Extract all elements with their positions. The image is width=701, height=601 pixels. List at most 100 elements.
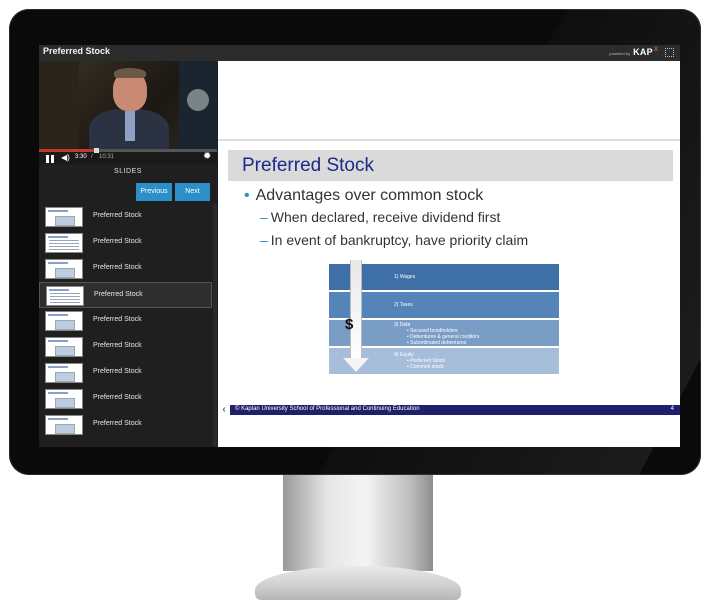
footer-text: © Kaplan University School of Profession… xyxy=(235,406,420,412)
slide-list-item-label: Preferred Stock xyxy=(93,368,142,375)
subbullet-text: In event of bankruptcy, have priority cl… xyxy=(270,232,529,248)
slide-list-item-label: Preferred Stock xyxy=(93,316,142,323)
slide-list-item[interactable]: Preferred Stock xyxy=(39,386,212,412)
next-button[interactable]: Next xyxy=(175,183,210,201)
slide-list-item[interactable]: Preferred Stock xyxy=(39,230,212,256)
slide-thumbnail xyxy=(45,233,83,253)
slide-list-item[interactable]: Preferred Stock xyxy=(39,204,212,230)
kaplan-k-icon: ‹ xyxy=(218,405,230,415)
slide-thumbnail xyxy=(45,389,83,409)
thumbnail-content xyxy=(55,372,75,382)
slide-subbullet: – When declared, receive dividend first xyxy=(260,209,500,225)
thumbnail-title-bar xyxy=(48,340,68,342)
thumbnail-content xyxy=(55,216,75,226)
bullet-dot-icon: • xyxy=(244,187,250,204)
video-controls: ◀) 3:30 / 10:31 ✹ xyxy=(39,148,217,164)
dash-icon: – xyxy=(260,209,268,225)
thumbnail-title-bar xyxy=(48,392,68,394)
player-title: Preferred Stock xyxy=(43,46,111,56)
time-total: 10:31 xyxy=(99,154,115,160)
thumbnail-content xyxy=(49,240,79,241)
thumbnail-title-bar xyxy=(49,289,69,291)
tier-heading: 1) Wages xyxy=(394,274,416,280)
thumbnail-content xyxy=(55,268,75,278)
slide-thumbnail xyxy=(45,207,83,227)
slide-thumbnail xyxy=(45,311,83,331)
fullscreen-icon[interactable] xyxy=(665,48,674,57)
dollar-icon: $ xyxy=(345,316,354,333)
slide-list-item[interactable]: Preferred Stock xyxy=(39,308,212,334)
video-player[interactable] xyxy=(39,61,217,149)
slide-bullet: • Advantages over common stock xyxy=(244,187,483,205)
slide-list-item[interactable]: Preferred Stock xyxy=(39,360,212,386)
slide-list-item-label: Preferred Stock xyxy=(93,394,142,401)
priority-tier: 3) Debt • Secured bondholders • Debentures… xyxy=(329,320,559,346)
slide-page-number: 4 xyxy=(670,406,674,412)
presenter-hair xyxy=(114,68,146,78)
previous-button[interactable]: Previous xyxy=(136,183,172,201)
left-panel: ◀) 3:30 / 10:31 ✹ SLIDES Previous Next P… xyxy=(39,61,217,447)
slide-list-item-label: Preferred Stock xyxy=(93,238,142,245)
thumbnail-content xyxy=(55,320,75,330)
slide-list-item-label: Preferred Stock xyxy=(94,291,143,298)
player-screen: Preferred Stock powered by KAP X ◀) 3:30 xyxy=(39,45,680,447)
tier-heading: 2) Taxes xyxy=(394,302,413,308)
video-progress-fill xyxy=(39,149,96,152)
subbullet-text: When declared, receive dividend first xyxy=(270,209,501,225)
volume-icon[interactable]: ◀) xyxy=(61,153,70,163)
thumbnail-title-bar xyxy=(48,210,68,212)
video-progress-handle[interactable] xyxy=(93,148,99,153)
thumbnail-content xyxy=(55,346,75,356)
thumbnail-content xyxy=(55,424,75,434)
slide-list-item[interactable]: Preferred Stock xyxy=(39,334,212,360)
slides-header: SLIDES xyxy=(114,168,142,175)
thumbnail-content xyxy=(50,293,80,294)
thumbnail-title-bar xyxy=(48,236,68,238)
slide-subbullet: – In event of bankruptcy, have priority c… xyxy=(260,232,528,248)
slide-list-scrollbar[interactable] xyxy=(213,204,217,447)
thumbnail-title-bar xyxy=(48,366,68,368)
thumbnail-title-bar xyxy=(48,314,68,316)
time-current: 3:30 xyxy=(75,154,87,160)
slide-list-item-label: Preferred Stock xyxy=(93,264,142,271)
tier-detail: • Common stock xyxy=(407,364,444,370)
presenter-tie xyxy=(125,111,135,141)
video-globe xyxy=(187,89,209,111)
priority-arrow xyxy=(350,260,362,358)
slide-footer: ‹ © Kaplan University School of Professi… xyxy=(218,405,680,415)
priority-arrow-head xyxy=(343,358,369,372)
gear-icon[interactable]: ✹ xyxy=(203,152,211,162)
slide-title-bar: Preferred Stock xyxy=(228,150,673,181)
video-bookshelf xyxy=(39,61,79,149)
priority-tier: 2) Taxes xyxy=(329,292,559,318)
slide-list-item[interactable]: Preferred Stock xyxy=(39,282,212,308)
slide-thumbnail xyxy=(45,259,83,279)
brand-powered-by: powered by xyxy=(609,51,631,56)
slide-list-item-label: Preferred Stock xyxy=(93,420,142,427)
slide-thumbnail xyxy=(46,286,84,306)
pause-icon[interactable] xyxy=(46,155,54,163)
slide-thumbnail xyxy=(45,337,83,357)
brand-name: KAP xyxy=(633,47,653,57)
slide-divider xyxy=(218,139,680,141)
time-separator: / xyxy=(91,154,93,160)
brand-logo: powered by KAP X xyxy=(609,47,658,59)
slide-list-item[interactable]: Preferred Stock xyxy=(39,256,212,282)
thumbnail-content xyxy=(55,398,75,408)
player-titlebar: Preferred Stock powered by KAP X xyxy=(39,45,680,62)
monitor-stand xyxy=(283,475,433,571)
video-progress-bar[interactable] xyxy=(39,148,217,153)
tier-detail: • Subordinated debentures xyxy=(407,340,467,346)
thumbnail-title-bar xyxy=(48,262,68,264)
dash-icon: – xyxy=(260,232,268,248)
slide-title: Preferred Stock xyxy=(242,155,374,176)
slide-area: Preferred Stock • Advantages over common … xyxy=(218,61,680,447)
brand-superscript: X xyxy=(653,47,658,53)
monitor-base xyxy=(255,566,461,600)
slide-thumbnail xyxy=(45,415,83,435)
bullet-text: Advantages over common stock xyxy=(255,187,484,204)
priority-tier: 1) Wages xyxy=(329,264,559,290)
thumbnail-title-bar xyxy=(48,418,68,420)
slide-list-item-label: Preferred Stock xyxy=(93,342,142,349)
slide-list-item[interactable]: Preferred Stock xyxy=(39,412,212,438)
